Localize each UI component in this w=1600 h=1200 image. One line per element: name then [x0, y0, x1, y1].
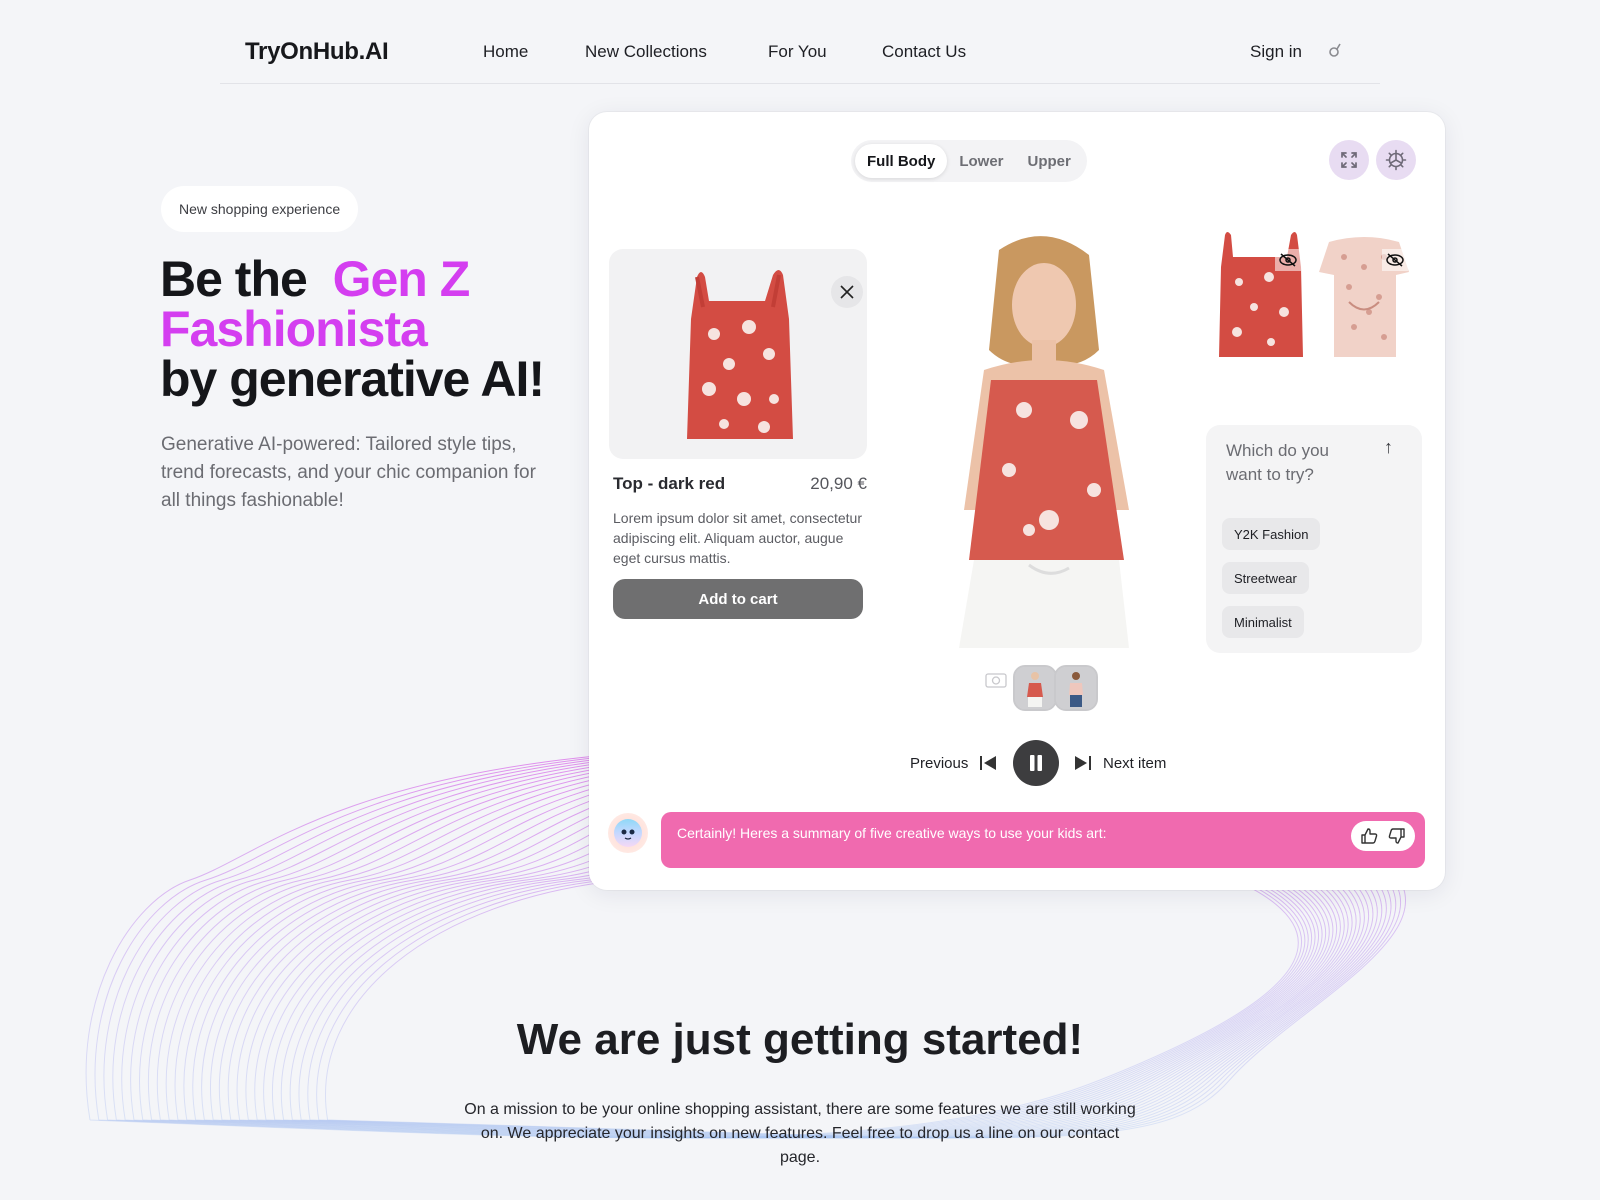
- red-floral-top-image: [687, 270, 793, 439]
- chip-y2k-fashion[interactable]: Y2K Fashion: [1222, 518, 1321, 550]
- next-item-button[interactable]: Next item: [1103, 755, 1166, 772]
- model-red-top-thumb: [1015, 667, 1055, 709]
- add-to-cart-button[interactable]: Add to cart: [613, 579, 863, 619]
- thumbs-up-icon[interactable]: [1357, 824, 1381, 848]
- tryon-card: Full Body Lower Upper Top - dark red 20,…: [589, 112, 1445, 890]
- headline-part-1: Be the: [160, 251, 308, 307]
- tab-full-body[interactable]: Full Body: [855, 144, 948, 178]
- product-image[interactable]: [609, 249, 867, 459]
- hero-subtext: Generative AI-powered: Tailored style ti…: [161, 434, 536, 511]
- look-thumbnail-2[interactable]: [1054, 665, 1098, 711]
- assistant-message: Certainly! Heres a summary of five creat…: [661, 812, 1425, 868]
- pause-button[interactable]: [1013, 740, 1059, 786]
- chip-streetwear[interactable]: Streetwear: [1222, 562, 1309, 594]
- body-part-selector: Full Body Lower Upper: [851, 140, 1087, 182]
- skip-previous-icon[interactable]: [978, 755, 998, 776]
- suggestion-question: Which do you want to try?: [1226, 441, 1329, 484]
- product-description: Lorem ipsum dolor sit amet, consectetur …: [613, 510, 862, 566]
- style-suggestion-panel: Which do you want to try? ↑ Y2K Fashion …: [1206, 425, 1422, 653]
- hero-headline: Be the Gen Z Fashionista by generative A…: [160, 251, 545, 407]
- model-pink-top-thumb: [1056, 667, 1096, 709]
- headline-accent-fashionista: Fashionista: [160, 301, 428, 357]
- remove-item-button[interactable]: [831, 276, 863, 308]
- leopard-top-thumbnail: [1319, 237, 1409, 357]
- camera-icon[interactable]: [985, 672, 1007, 690]
- settings-gear-icon: [1385, 149, 1407, 171]
- model-tryon-preview: [929, 230, 1159, 648]
- skip-next-icon[interactable]: [1073, 755, 1093, 776]
- tab-lower[interactable]: Lower: [947, 144, 1015, 178]
- eye-off-icon[interactable]: [1275, 249, 1301, 271]
- product-price: 20,90 €: [810, 474, 867, 493]
- close-icon: [840, 285, 854, 299]
- nav-link-for-you[interactable]: For You: [768, 42, 827, 62]
- profile-icon[interactable]: [1328, 42, 1342, 62]
- product-title: Top - dark red: [613, 474, 726, 493]
- settings-button[interactable]: [1376, 140, 1416, 180]
- section-description: On a mission to be your online shopping …: [464, 1101, 1136, 1166]
- expand-icon: [1341, 152, 1357, 168]
- assistant-message-text: Certainly! Heres a summary of five creat…: [677, 825, 1107, 841]
- expand-button[interactable]: [1329, 140, 1369, 180]
- thumbs-down-icon[interactable]: [1385, 824, 1409, 848]
- section-title: We are just getting started!: [516, 1015, 1084, 1064]
- tab-upper[interactable]: Upper: [1016, 144, 1083, 178]
- alternative-item-red-top[interactable]: [1209, 227, 1309, 367]
- nav-link-new-collections[interactable]: New Collections: [585, 42, 707, 62]
- previous-button[interactable]: Previous: [910, 755, 968, 772]
- eye-off-icon[interactable]: [1382, 249, 1408, 271]
- headline-accent-gen-z: Gen Z: [332, 251, 471, 307]
- red-top-thumbnail: [1219, 232, 1303, 357]
- top-navigation: TryOnHub.AI Home New Collections For You…: [220, 28, 1380, 84]
- assistant-avatar: [608, 813, 648, 853]
- nav-link-contact-us[interactable]: Contact Us: [882, 42, 966, 62]
- arrow-up-icon[interactable]: ↑: [1384, 437, 1393, 458]
- nav-link-home[interactable]: Home: [483, 42, 528, 62]
- new-experience-badge: New shopping experience: [161, 186, 359, 232]
- bot-face-icon: [614, 819, 642, 847]
- feedback-controls: [1351, 821, 1415, 851]
- alternative-item-leopard-top[interactable]: [1314, 227, 1414, 367]
- pause-icon: [1030, 755, 1042, 771]
- sign-in-link[interactable]: Sign in: [1250, 42, 1302, 62]
- brand-logo[interactable]: TryOnHub.AI: [245, 38, 389, 66]
- headline-part-2: by generative AI!: [160, 351, 545, 407]
- chip-minimalist[interactable]: Minimalist: [1222, 606, 1304, 638]
- look-thumbnail-1[interactable]: [1013, 665, 1057, 711]
